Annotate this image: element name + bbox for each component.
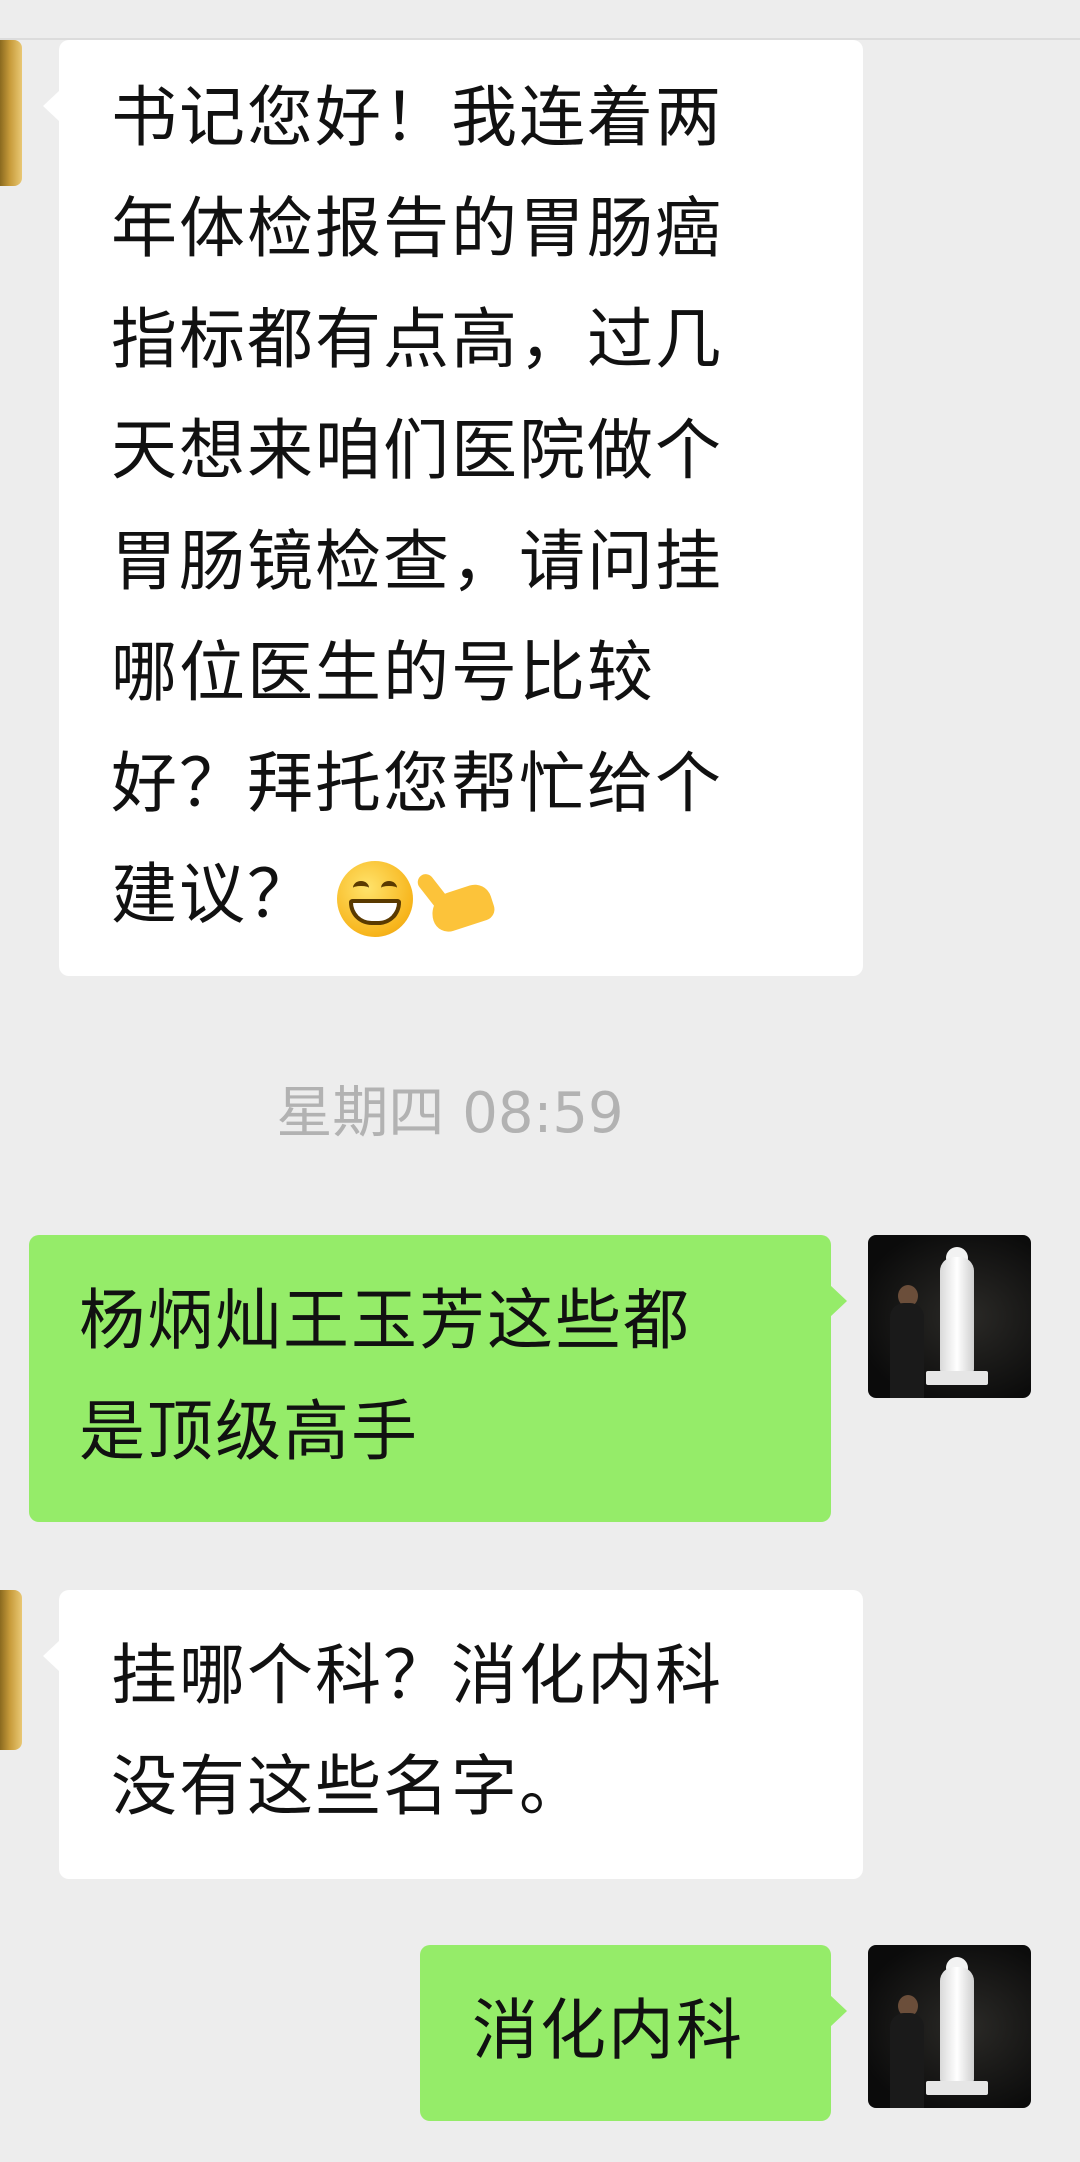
message-line: 挂哪个科？消化内科 [111, 1637, 723, 1714]
message-line: 指标都有点高，过几 [111, 301, 723, 378]
message-line: 杨炳灿王玉芳这些都 [79, 1282, 691, 1359]
message-line: 哪位医生的号比较 [111, 634, 655, 711]
message-line: 年体检报告的胃肠癌 [111, 190, 723, 267]
my-avatar[interactable] [868, 1945, 1031, 2108]
incoming-message-bubble[interactable]: 挂哪个科？消化内科 没有这些名字。 [43, 1590, 863, 1879]
sender-avatar[interactable] [0, 1590, 22, 1750]
message-line: 好？拜托您帮忙给个 [111, 745, 723, 822]
message-line: 是顶级高手 [79, 1393, 419, 1470]
ok-hand-icon [414, 863, 501, 936]
sender-avatar[interactable] [0, 40, 22, 186]
message-line: 消化内科 [472, 1992, 744, 2069]
my-avatar[interactable] [868, 1235, 1031, 1398]
outgoing-message-bubble[interactable]: 杨炳灿王玉芳这些都 是顶级高手 [29, 1235, 847, 1522]
message-line: 胃肠镜检查，请问挂 [111, 523, 723, 600]
message-line-with-emoji: 建议？ [111, 839, 863, 950]
message-line: 天想来咱们医院做个 [111, 412, 723, 489]
chat-timestamp: 星期四 08:59 [276, 1081, 624, 1146]
message-line-text: 建议？ [111, 856, 315, 933]
outgoing-message-bubble[interactable]: 消化内科 [420, 1945, 847, 2121]
grinning-face-icon [337, 860, 413, 937]
emoji-group [337, 860, 501, 937]
message-line: 书记您好！我连着两 [111, 79, 723, 156]
message-line: 没有这些名字。 [111, 1748, 587, 1825]
incoming-message-bubble[interactable]: 书记您好！我连着两 年体检报告的胃肠癌 指标都有点高，过几 天想来咱们医院做个 … [43, 40, 863, 976]
